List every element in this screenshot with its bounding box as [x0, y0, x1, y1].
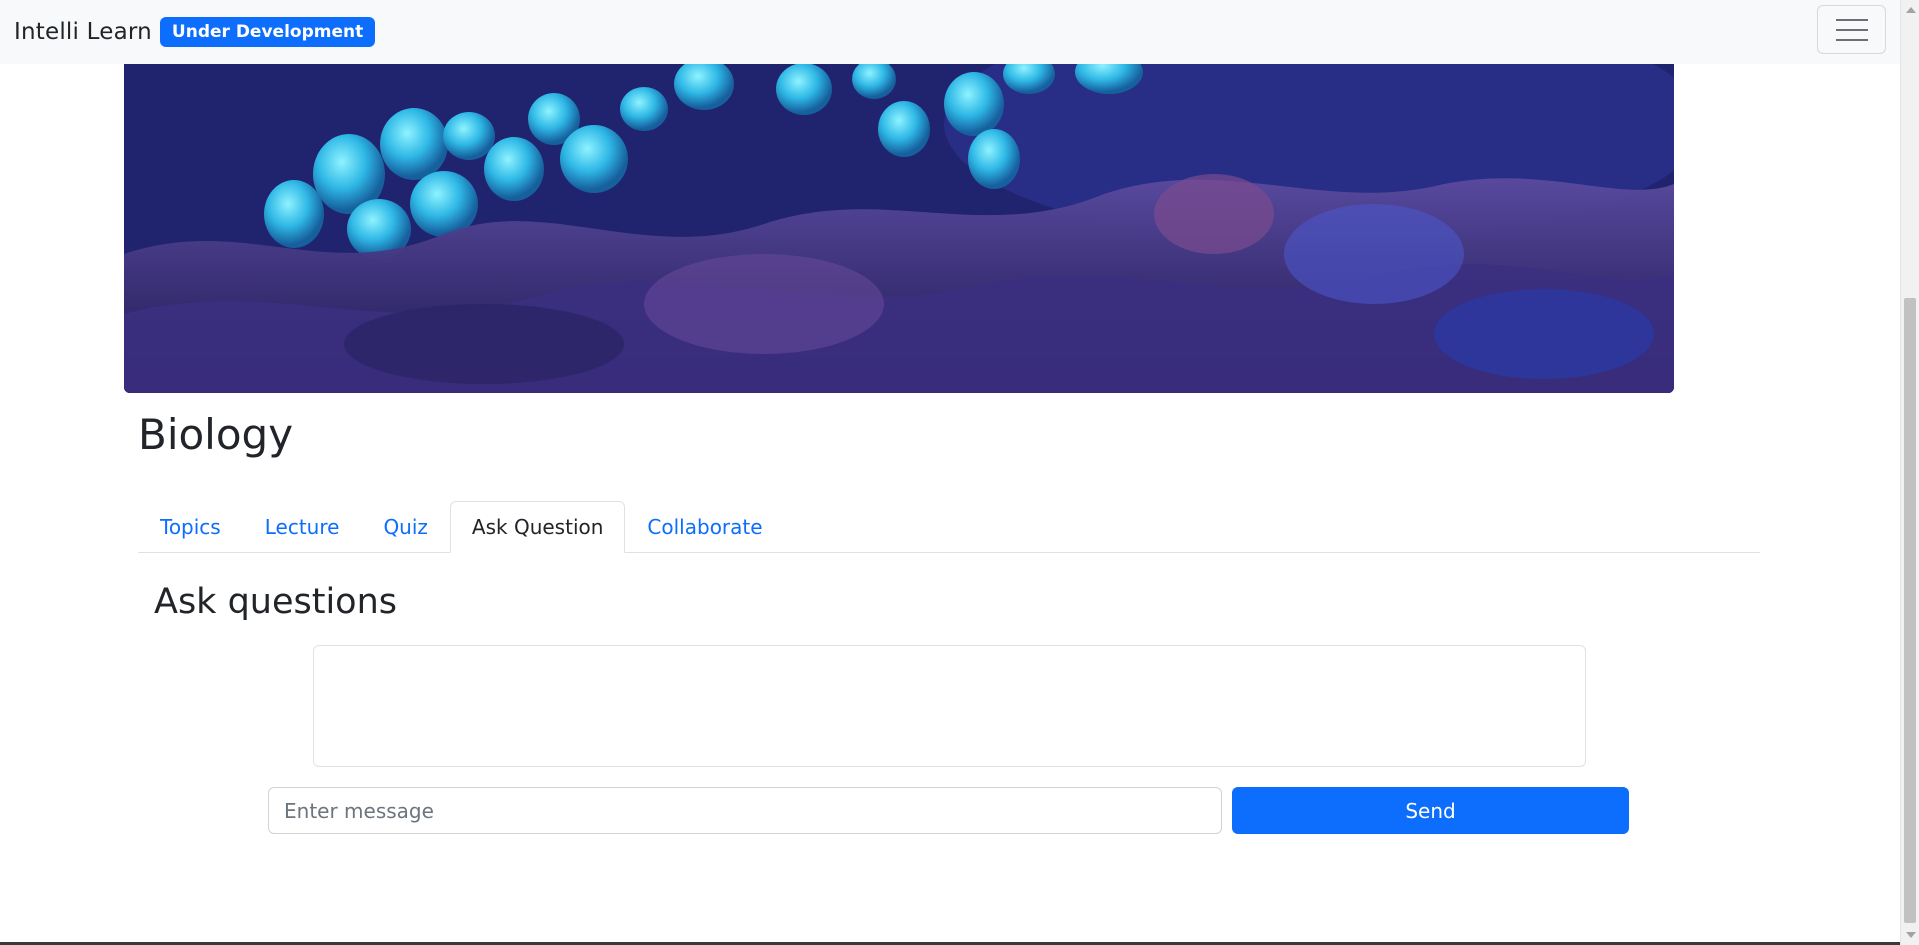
tab-quiz[interactable]: Quiz [361, 501, 449, 553]
chat-history-box [313, 645, 1586, 767]
app-viewport: Intelli Learn Under Development Biology … [0, 0, 1919, 945]
tab-collaborate[interactable]: Collaborate [625, 501, 784, 553]
hamburger-menu-icon-line [1835, 28, 1868, 31]
tab-ask-question[interactable]: Ask Question [449, 501, 626, 553]
scroll-down-arrow-icon[interactable] [1906, 932, 1916, 938]
status-badge: Under Development [159, 17, 376, 47]
navbar-toggle-button[interactable] [1817, 5, 1886, 54]
tab-lecture[interactable]: Lecture [243, 501, 362, 553]
vertical-scrollbar[interactable] [1900, 0, 1919, 945]
scrollbar-thumb[interactable] [1904, 298, 1916, 923]
coral-reef-illustration [124, 64, 1674, 393]
send-button[interactable]: Send [1232, 787, 1629, 834]
hamburger-menu-icon-line [1835, 38, 1868, 41]
brand-name[interactable]: Intelli Learn [14, 19, 152, 45]
ask-questions-heading: Ask questions [154, 582, 398, 622]
hamburger-menu-icon [1835, 18, 1868, 21]
scroll-up-arrow-icon[interactable] [1906, 7, 1916, 13]
top-navbar: Intelli Learn Under Development [0, 0, 1900, 64]
course-tabs: Topics Lecture Quiz Ask Question Collabo… [138, 501, 1760, 553]
page-title: Biology [138, 410, 294, 459]
tab-topics[interactable]: Topics [138, 501, 243, 553]
course-banner-image [124, 64, 1674, 393]
message-input[interactable] [268, 787, 1222, 834]
